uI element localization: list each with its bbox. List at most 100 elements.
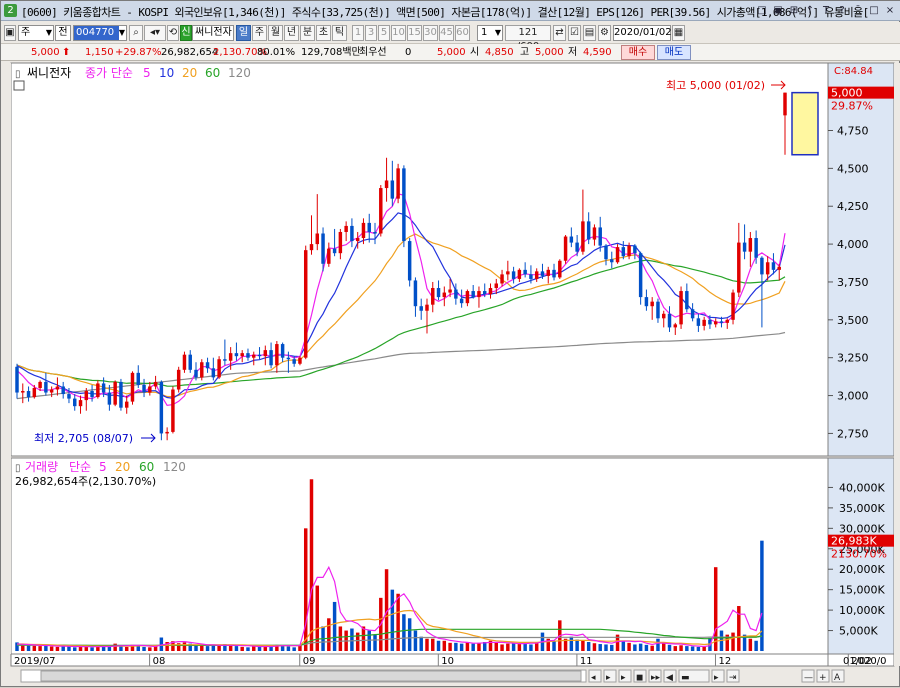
candle-body (315, 233, 320, 245)
candle-body (298, 357, 302, 364)
sell-button[interactable]: 매도 (657, 45, 691, 60)
next-icon[interactable]: ▸ (714, 673, 719, 683)
play-icon[interactable]: ▸ (621, 673, 626, 683)
title-button-4[interactable]: T (819, 3, 833, 18)
period-select[interactable]: 주 ▼ (18, 25, 54, 41)
candle-body (136, 372, 140, 385)
candle-body (263, 350, 268, 357)
minute-option-1[interactable]: 1 (352, 25, 364, 41)
candle-body (558, 260, 562, 278)
scroll-right-icon[interactable]: ▸ (606, 673, 611, 683)
volume-tick-label: 5,000K (839, 625, 878, 638)
candle-body (754, 238, 758, 258)
prev-icon[interactable]: ◀ (666, 673, 673, 683)
timeframe-6[interactable]: 틱 (332, 25, 347, 41)
timeframe-5[interactable]: 초 (316, 25, 331, 41)
period2-select[interactable]: 전 (55, 25, 71, 41)
minute-option-15[interactable]: 15 (407, 25, 422, 41)
history-icon[interactable]: ⟲ (167, 25, 179, 41)
volume-tick-label: 40,000K (839, 481, 885, 494)
candle-body (38, 381, 42, 388)
title-button-0[interactable]: □ (755, 3, 769, 18)
interval-select[interactable]: 1 ▼ (477, 25, 503, 41)
scroll-left-icon[interactable]: ◂ (591, 673, 596, 683)
volume-bar (690, 646, 695, 651)
title-button-2[interactable]: ⊞ (787, 3, 801, 18)
title-button-5[interactable]: ? (835, 3, 849, 18)
minute-option-10[interactable]: 10 (391, 25, 406, 41)
search-icon[interactable]: ⌕ (129, 25, 143, 41)
left-gutter (1, 63, 11, 666)
fast-forward-icon[interactable]: ▸▸ (651, 673, 661, 683)
speaker-icon[interactable]: ◂▾ (144, 25, 166, 41)
volume-bar (32, 645, 37, 651)
candle-body (696, 318, 701, 326)
volume-bar (604, 644, 608, 651)
volume-bar (124, 646, 129, 651)
price-tick-label: 3,000 (837, 390, 869, 403)
minute-option-30[interactable]: 30 (423, 25, 438, 41)
candle-body (771, 262, 776, 270)
volume-value: 26,982,654 (161, 47, 219, 58)
zoom-bar-icon[interactable]: ▬ (681, 673, 690, 683)
layout-icon[interactable]: ▣ (4, 25, 16, 41)
save-icon[interactable]: ▤ (583, 25, 596, 41)
volume-bar (610, 644, 614, 651)
date-field[interactable]: 2020/01/02 (613, 25, 672, 41)
collapse-icon: ▯ (15, 69, 21, 80)
check-icon[interactable]: ☑ (568, 25, 581, 41)
timeframe-0[interactable]: 일 (236, 25, 251, 41)
price-panel-title: 써니전자 (27, 66, 71, 80)
low-price: 4,590 (583, 47, 612, 58)
volume-bar (662, 642, 666, 651)
volume-bar (315, 585, 320, 651)
timeframe-2[interactable]: 월 (268, 25, 283, 41)
low-annotation: 최저 2,705 (08/07) (34, 432, 133, 445)
candle-body (436, 288, 441, 298)
candle (563, 235, 568, 264)
calendar-icon[interactable]: ▦ (672, 25, 685, 41)
minute-option-3[interactable]: 3 (365, 25, 377, 41)
volume-bar (748, 638, 753, 651)
date-axis (10, 653, 829, 667)
candle-body (650, 301, 654, 307)
buy-button[interactable]: 매수 (621, 45, 655, 60)
stock-code-input[interactable]: 004770 ▼ (73, 25, 127, 41)
share-icon[interactable]: ⇄ (553, 25, 566, 41)
candle-body (396, 168, 400, 199)
zoom-out-icon[interactable]: — (804, 673, 813, 683)
font-icon[interactable]: A (834, 673, 841, 683)
candle-body (737, 242, 741, 293)
zoom-in-icon[interactable]: + (819, 673, 827, 683)
title-button-7[interactable]: □ (867, 3, 881, 18)
timeframe-3[interactable]: 년 (284, 25, 299, 41)
date-tick-label: 09 (303, 656, 316, 667)
volume-bar (598, 644, 602, 651)
candle-body (471, 291, 475, 298)
minute-option-45[interactable]: 45 (439, 25, 454, 41)
candle-body (67, 394, 71, 399)
volume-bar (396, 593, 400, 651)
timeframe-4[interactable]: 분 (300, 25, 315, 41)
current-price: 5,000 (31, 47, 60, 58)
end-icon[interactable]: ⇥ (729, 673, 737, 683)
timeframe-1[interactable]: 주 (252, 25, 267, 41)
gear-icon[interactable]: ⚙ (598, 25, 611, 41)
minute-option-60[interactable]: 60 (455, 25, 470, 41)
title-button-1[interactable]: ▣ (771, 3, 785, 18)
candle-body (586, 221, 591, 240)
chart-area[interactable]: 5,000 4,750 4,500 4,250 4,000 3,750 3,500 3,250… (1, 61, 900, 688)
volume-bar (656, 638, 660, 651)
price-tick-label: 3,500 (837, 314, 869, 327)
turnover-rate: 80.01% (257, 47, 296, 58)
title-button-6[interactable]: ˉ (851, 3, 865, 18)
candle-body (748, 238, 753, 252)
title-button-3[interactable]: ↑ (803, 3, 817, 18)
candle-body (546, 269, 550, 276)
title-button-8[interactable]: × (883, 3, 897, 18)
title-bar: 2 [0600] 키움종합차트 - KOSPI 외국인보유[1,346(천)] … (1, 1, 900, 21)
candle-body (731, 292, 735, 320)
minute-option-5[interactable]: 5 (378, 25, 390, 41)
candle-body (742, 242, 747, 252)
stop-icon[interactable]: ◼ (636, 673, 643, 683)
